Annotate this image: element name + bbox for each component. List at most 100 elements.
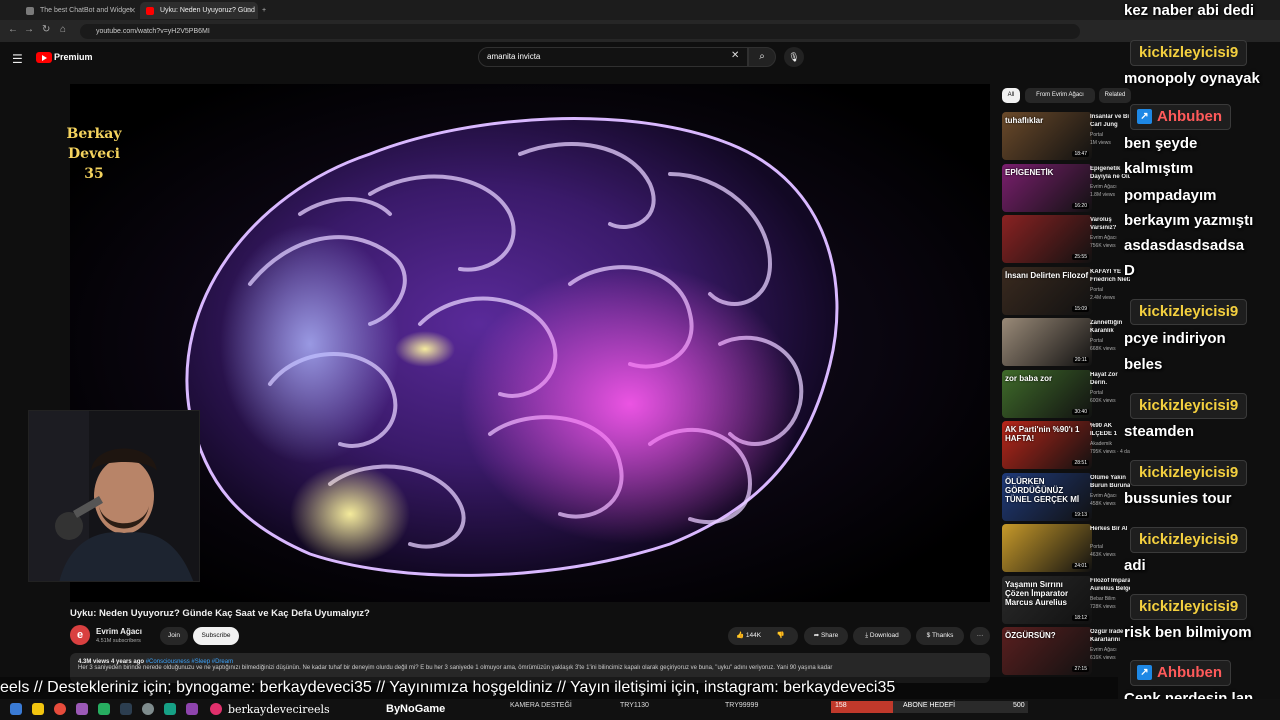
url-text: youtube.com/watch?v=yH2V5PB6MI — [96, 28, 210, 35]
back-icon[interactable]: ← — [8, 24, 18, 35]
share-button[interactable]: ➦ Share — [804, 627, 848, 645]
app-icon[interactable] — [98, 703, 110, 715]
streamer-name-overlay: Berkay Deveci 35 — [54, 124, 134, 184]
chat-message: steamden — [1124, 423, 1195, 440]
thanks-button[interactable]: $ Thanks — [916, 627, 964, 645]
thumbnail-caption: ÖZGÜRSÜN? — [1005, 631, 1056, 640]
stream-ticker: eels // Destekleriniz için; bynogame: be… — [0, 677, 1118, 699]
recommendation-thumbnail[interactable]: 20:11 — [1002, 318, 1092, 366]
chat-message: ben şeyde — [1124, 135, 1198, 152]
chip-from-channel[interactable]: From Evrim Ağacı — [1025, 88, 1095, 103]
recommendation-thumbnail[interactable]: AK Parti'nin %90'ı 1 HAFTA! 28:51 — [1002, 421, 1092, 469]
dislike-icon[interactable]: 👎 — [777, 632, 785, 639]
brain-video-frame — [70, 84, 990, 602]
app-icon[interactable] — [76, 703, 88, 715]
recommendation-thumbnail[interactable]: 24:01 — [1002, 524, 1092, 572]
webcam-feed — [28, 410, 200, 582]
download-icon: ⤓ — [865, 632, 869, 639]
recommendation-thumbnail[interactable]: tuhaflıklar 18:47 — [1002, 112, 1092, 160]
recommendation-thumbnail[interactable]: 25:55 — [1002, 215, 1092, 263]
app-icon[interactable] — [120, 703, 132, 715]
voice-search-button[interactable]: 🎙 — [784, 47, 804, 67]
chat-message: pcye indiriyon — [1124, 330, 1226, 347]
recommendation-thumbnail[interactable]: EPİGENETİK 16:20 — [1002, 164, 1092, 212]
chat-message: bussunies tour — [1124, 490, 1232, 507]
address-bar[interactable]: youtube.com/watch?v=yH2V5PB6MI — [80, 24, 1080, 39]
thumbnail-caption: EPİGENETİK — [1005, 168, 1054, 177]
webcam-image — [29, 411, 199, 581]
clear-search-icon[interactable]: ✕ — [731, 50, 739, 61]
try-amount-1: TRY1130 — [620, 702, 649, 709]
new-tab-button[interactable]: + — [258, 2, 274, 19]
browser-tab[interactable]: The best ChatBot and Widget ✕ — [20, 2, 140, 19]
close-icon[interactable]: ✕ — [129, 2, 136, 19]
recommendation-thumbnail[interactable]: Yaşamın Sırrını Çözen İmparator Marcus A… — [1002, 576, 1092, 624]
chat-username: Ahbuben — [1130, 660, 1231, 686]
recommendation-thumbnail[interactable]: İnsanı Delirten Filozof 15:09 — [1002, 267, 1092, 315]
like-button[interactable]: 👍 144K — [736, 632, 761, 639]
chat-message: kalmıştım — [1124, 160, 1194, 177]
overlay-line: Berkay — [66, 126, 122, 142]
overlay-line: 35 — [84, 166, 104, 182]
home-icon[interactable]: ⌂ — [60, 24, 66, 35]
download-button[interactable]: ⤓ Download — [853, 627, 911, 645]
channel-avatar[interactable]: e — [70, 625, 90, 645]
chip-all[interactable]: All — [1002, 88, 1020, 103]
chat-message: risk ben bilmiyom — [1124, 624, 1252, 641]
chat-message: berkayım yazmıştı — [1124, 212, 1254, 229]
try-amount-2: TRY99999 — [725, 702, 759, 709]
chat-message: pompadayım — [1124, 187, 1217, 204]
youtube-logo-icon[interactable] — [36, 52, 52, 63]
video-player[interactable] — [70, 84, 990, 602]
search-input[interactable]: amanita invicta — [478, 47, 748, 67]
recommendation-thumbnail[interactable]: ÖZGÜRSÜN? 27:15 — [1002, 627, 1092, 675]
video-duration: 16:20 — [1072, 203, 1089, 209]
chat-username: kickizleyicisi9 — [1130, 299, 1248, 325]
video-duration: 24:01 — [1072, 563, 1089, 569]
chat-message: D — [1124, 262, 1135, 279]
start-icon[interactable] — [10, 703, 22, 715]
thumbnail-caption: tuhaflıklar — [1005, 116, 1044, 125]
file-explorer-icon[interactable] — [32, 703, 44, 715]
app-icon[interactable] — [186, 703, 198, 715]
thumbs-up-icon: 👍 — [736, 632, 745, 639]
recommendation-thumbnail[interactable]: ÖLÜRKEN GÖRDÜĞÜNÜZ TÜNEL GERÇEK Mİ 19:13 — [1002, 473, 1092, 521]
more-actions-button[interactable]: ··· — [970, 627, 990, 645]
instagram-handle: berkaydevecireels — [228, 703, 330, 716]
share-icon: ➦ — [813, 632, 820, 639]
join-button[interactable]: Join — [160, 627, 188, 645]
video-title: Uyku: Neden Uyuyoruz? Günde Kaç Saat ve … — [70, 608, 370, 619]
thumbnail-caption: Yaşamın Sırrını Çözen İmparator Marcus A… — [1005, 580, 1069, 607]
video-duration: 25:55 — [1072, 254, 1089, 260]
video-duration: 19:13 — [1072, 512, 1089, 518]
app-icon[interactable] — [142, 703, 154, 715]
channel-name[interactable]: Evrim Ağacı — [96, 627, 142, 636]
search-button[interactable]: ⌕ — [748, 47, 776, 67]
goal-target: 500 — [1013, 702, 1025, 709]
goal-current: 158 — [835, 702, 847, 709]
browser-tab-active[interactable]: Uyku: Neden Uyuyoruz? Günd ✕ — [140, 2, 258, 19]
tab-label: The best ChatBot and Widget — [40, 7, 132, 14]
app-icon[interactable] — [164, 703, 176, 715]
youtube-favicon-icon — [146, 7, 154, 15]
chat-message: asdasdasdsadsa — [1124, 237, 1245, 254]
close-icon[interactable]: ✕ — [247, 2, 254, 19]
forward-icon[interactable]: → — [24, 24, 34, 35]
menu-icon[interactable]: ☰ — [12, 52, 23, 66]
video-duration: 15:09 — [1072, 306, 1089, 312]
subscribe-button[interactable]: Subscribe — [193, 627, 239, 645]
overlay-line: Deveci — [68, 146, 120, 162]
chrome-icon[interactable] — [54, 703, 66, 715]
youtube-brand[interactable]: Premium — [54, 52, 93, 62]
recommendation-thumbnail[interactable]: zor baba zor 30:40 — [1002, 370, 1092, 418]
thumbnail-caption: İnsanı Delirten Filozof — [1005, 271, 1089, 280]
chat-username: kickizleyicisi9 — [1130, 594, 1248, 620]
goal-label: ABONE HEDEFİ — [903, 702, 956, 709]
subscriber-count: 4.51M subscribers — [96, 638, 141, 644]
instagram-icon — [210, 703, 222, 715]
video-duration: 28:51 — [1072, 460, 1089, 466]
reload-icon[interactable]: ↻ — [42, 24, 50, 35]
video-duration: 20:11 — [1072, 357, 1089, 363]
video-duration: 27:15 — [1072, 666, 1089, 672]
description-text: Her 3 saniyeden birinde nerede olduğunuz… — [78, 665, 833, 671]
